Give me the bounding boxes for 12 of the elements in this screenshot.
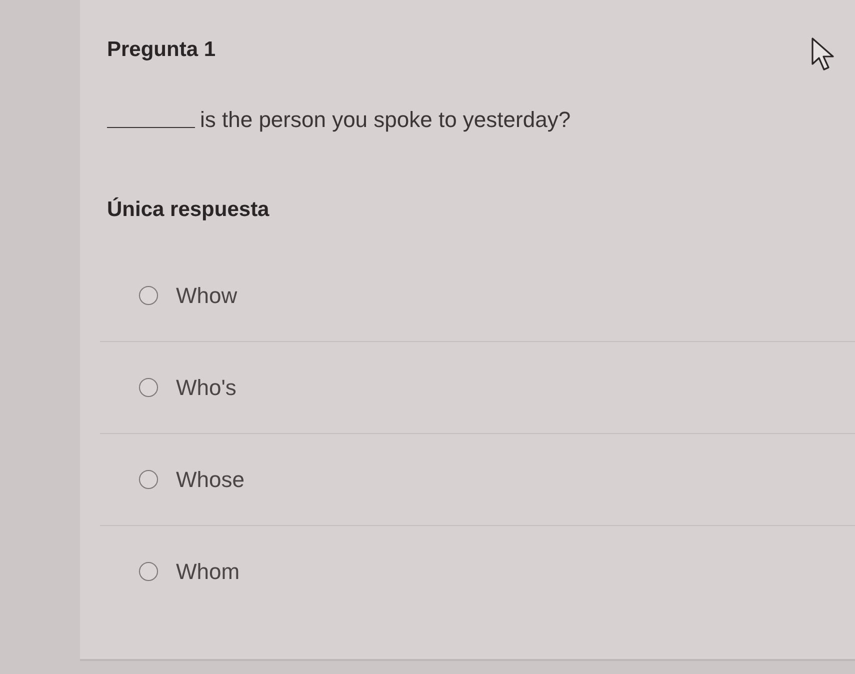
question-text: is the person you spoke to yesterday?: [200, 106, 571, 134]
option-label: Whow: [176, 282, 238, 310]
option-label: Whom: [176, 558, 240, 586]
pointer-cursor-icon: [811, 37, 835, 72]
option-label: Whose: [176, 466, 244, 494]
option-label: Who's: [176, 374, 236, 402]
radio-option[interactable]: Who's: [139, 374, 236, 402]
radio-option[interactable]: Whom: [139, 558, 240, 586]
answer-type-label: Única respuesta: [107, 196, 270, 223]
question-title: Pregunta 1: [107, 37, 216, 63]
radio-option[interactable]: Whow: [139, 282, 238, 310]
radio-option[interactable]: Whose: [139, 466, 244, 494]
